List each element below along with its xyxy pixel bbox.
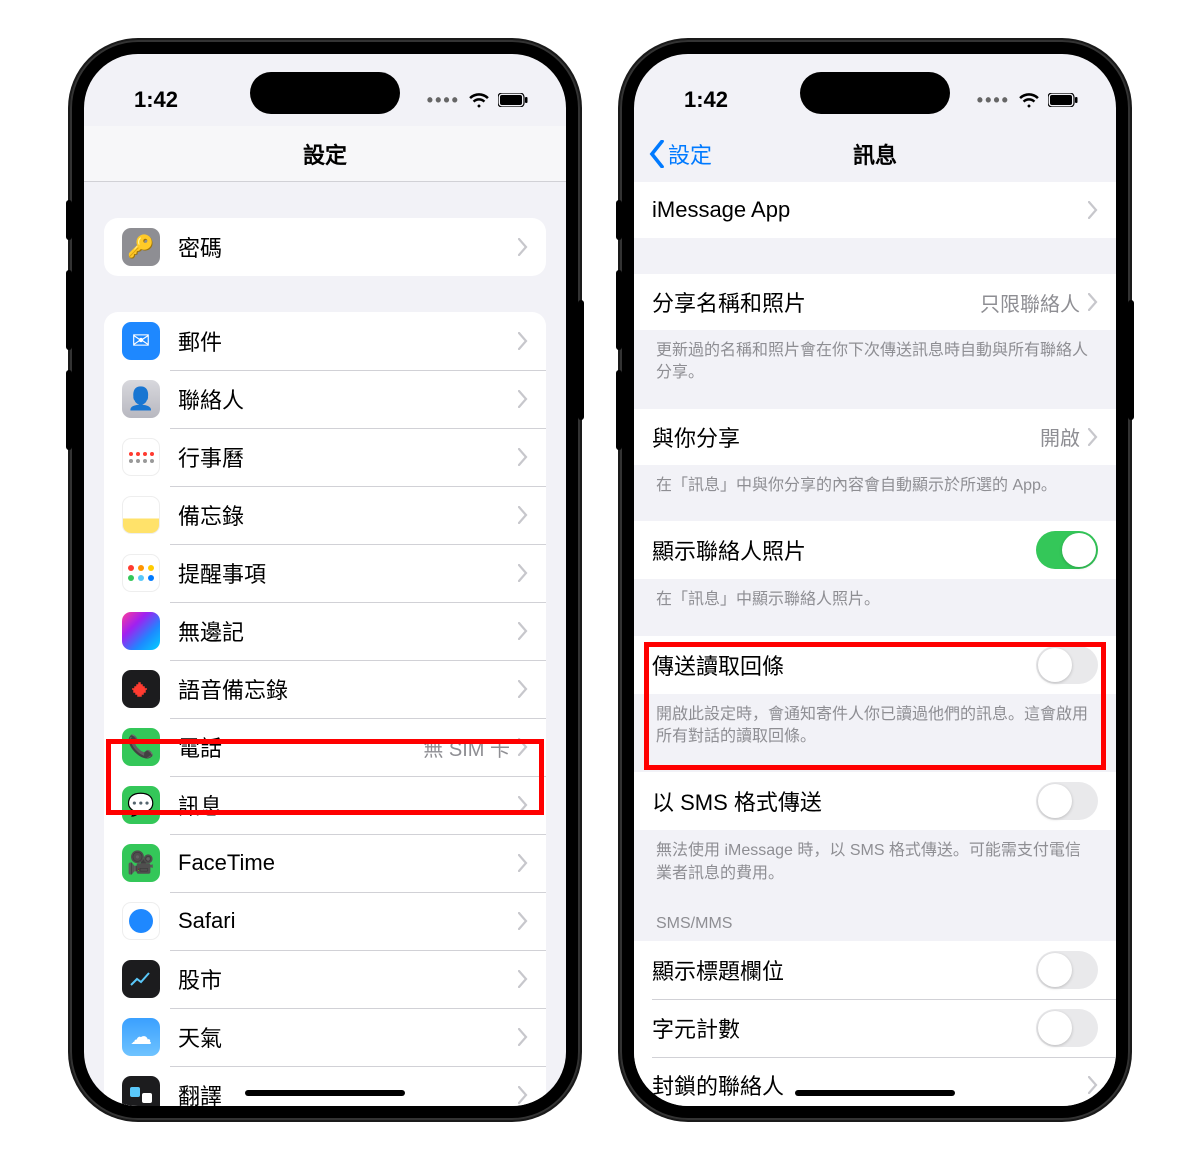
- settings-item-safari[interactable]: Safari: [104, 892, 546, 950]
- settings-item-contacts[interactable]: 👤 聯絡人: [104, 370, 546, 428]
- toggle-show-contact-photos[interactable]: [1036, 531, 1098, 569]
- notes-icon: [122, 496, 160, 534]
- screen-right: 1:42 •••• 設定 訊息 iMessage App: [634, 54, 1116, 1106]
- facetime-icon: 🎥: [122, 844, 160, 882]
- chevron-right-icon: [518, 738, 528, 756]
- page-title: 訊息: [853, 138, 897, 170]
- chevron-right-icon: [1088, 1076, 1098, 1094]
- dynamic-island: [250, 72, 400, 114]
- battery-icon: [498, 93, 528, 107]
- translate-icon: [122, 1076, 160, 1106]
- battery-icon: [1048, 93, 1078, 107]
- row-blocked-contacts[interactable]: 封鎖的聯絡人: [634, 1057, 1116, 1106]
- chevron-right-icon: [518, 680, 528, 698]
- toggle-show-subject[interactable]: [1036, 951, 1098, 989]
- chevron-right-icon: [1088, 201, 1098, 219]
- footer-shared-with-you: 在「訊息」中與你分享的內容會自動顯示於所選的 App。: [634, 465, 1116, 521]
- phone-icon: 📞: [122, 728, 160, 766]
- settings-item-notes[interactable]: 備忘錄: [104, 486, 546, 544]
- voicememo-icon: [122, 670, 160, 708]
- footer-show-contact-photos: 在「訊息」中顯示聯絡人照片。: [634, 579, 1116, 635]
- settings-item-reminders[interactable]: 提醒事項: [104, 544, 546, 602]
- chevron-right-icon: [518, 390, 528, 408]
- chevron-right-icon: [518, 332, 528, 350]
- row-share-name-photo[interactable]: 分享名稱和照片 只限聯絡人: [634, 274, 1116, 330]
- wifi-icon: [468, 92, 490, 108]
- cellular-icon: ••••: [427, 90, 460, 111]
- settings-item-mail[interactable]: ✉︎ 郵件: [104, 312, 546, 370]
- phone-right: 1:42 •••• 設定 訊息 iMessage App: [620, 40, 1130, 1120]
- settings-item-freeform[interactable]: 無邊記: [104, 602, 546, 660]
- row-show-contact-photos: 顯示聯絡人照片: [634, 521, 1116, 579]
- chevron-right-icon: [518, 622, 528, 640]
- settings-item-translate[interactable]: 翻譯: [104, 1066, 546, 1106]
- stocks-icon: [122, 960, 160, 998]
- chevron-right-icon: [518, 912, 528, 930]
- settings-item-facetime[interactable]: 🎥 FaceTime: [104, 834, 546, 892]
- contacts-icon: 👤: [122, 380, 160, 418]
- reminders-icon: [122, 554, 160, 592]
- chevron-right-icon: [518, 1086, 528, 1104]
- wifi-icon: [1018, 92, 1040, 108]
- chevron-right-icon: [518, 796, 528, 814]
- row-char-count: 字元計數: [634, 999, 1116, 1057]
- screen-left: 1:42 •••• 設定 🔑 密碼 ✉︎ 郵件: [84, 54, 566, 1106]
- chevron-right-icon: [518, 448, 528, 466]
- settings-item-stocks[interactable]: 股市: [104, 950, 546, 1008]
- safari-icon: [122, 902, 160, 940]
- toggle-send-as-sms[interactable]: [1036, 782, 1098, 820]
- settings-item-messages[interactable]: 💬 訊息: [104, 776, 546, 834]
- footer-send-as-sms: 無法使用 iMessage 時，以 SMS 格式傳送。可能需支付電信業者訊息的費…: [634, 830, 1116, 909]
- settings-item-weather[interactable]: ☁︎ 天氣: [104, 1008, 546, 1066]
- cellular-icon: ••••: [977, 90, 1010, 111]
- back-label: 設定: [668, 138, 712, 170]
- chevron-right-icon: [518, 970, 528, 988]
- row-shared-with-you[interactable]: 與你分享 開啟: [634, 409, 1116, 465]
- chevron-right-icon: [518, 854, 528, 872]
- nav-bar: 設定: [84, 126, 566, 182]
- home-indicator[interactable]: [245, 1090, 405, 1096]
- home-indicator[interactable]: [795, 1090, 955, 1096]
- toggle-read-receipts[interactable]: [1036, 646, 1098, 684]
- row-read-receipts: 傳送讀取回條: [634, 636, 1116, 694]
- row-show-subject: 顯示標題欄位: [634, 941, 1116, 999]
- chevron-right-icon: [1088, 293, 1098, 311]
- weather-icon: ☁︎: [122, 1018, 160, 1056]
- status-time: 1:42: [684, 87, 728, 113]
- row-imessage-app[interactable]: iMessage App: [634, 182, 1116, 238]
- calendar-icon: [122, 438, 160, 476]
- page-title: 設定: [303, 138, 347, 170]
- row-send-as-sms: 以 SMS 格式傳送: [634, 772, 1116, 830]
- nav-bar: 設定 訊息: [634, 126, 1116, 182]
- back-button[interactable]: 設定: [648, 138, 712, 170]
- settings-list[interactable]: 🔑 密碼 ✉︎ 郵件 👤 聯絡人 行事曆: [84, 182, 566, 1106]
- chevron-right-icon: [1088, 428, 1098, 446]
- settings-item-phone[interactable]: 📞 電話 無 SIM 卡: [104, 718, 546, 776]
- settings-item-voicememo[interactable]: 語音備忘錄: [104, 660, 546, 718]
- messages-icon: 💬: [122, 786, 160, 824]
- settings-item-passwords[interactable]: 🔑 密碼: [104, 218, 546, 276]
- passwords-icon: 🔑: [122, 228, 160, 266]
- row-value: 無 SIM 卡: [423, 733, 510, 762]
- messages-settings[interactable]: iMessage App 分享名稱和照片 只限聯絡人 更新過的名稱和照片會在你下…: [634, 182, 1116, 1106]
- footer-read-receipts: 開啟此設定時，會通知寄件人你已讀過他們的訊息。這會啟用所有對話的讀取回條。: [634, 694, 1116, 773]
- dynamic-island: [800, 72, 950, 114]
- header-sms-mms: SMS/MMS: [634, 909, 1116, 941]
- phone-left: 1:42 •••• 設定 🔑 密碼 ✉︎ 郵件: [70, 40, 580, 1120]
- toggle-char-count[interactable]: [1036, 1009, 1098, 1047]
- chevron-right-icon: [518, 238, 528, 256]
- status-time: 1:42: [134, 87, 178, 113]
- row-label: 密碼: [178, 231, 518, 263]
- settings-item-calendar[interactable]: 行事曆: [104, 428, 546, 486]
- mail-icon: ✉︎: [122, 322, 160, 360]
- footer-share-name: 更新過的名稱和照片會在你下次傳送訊息時自動與所有聯絡人分享。: [634, 330, 1116, 409]
- freeform-icon: [122, 612, 160, 650]
- chevron-right-icon: [518, 506, 528, 524]
- chevron-right-icon: [518, 564, 528, 582]
- chevron-right-icon: [518, 1028, 528, 1046]
